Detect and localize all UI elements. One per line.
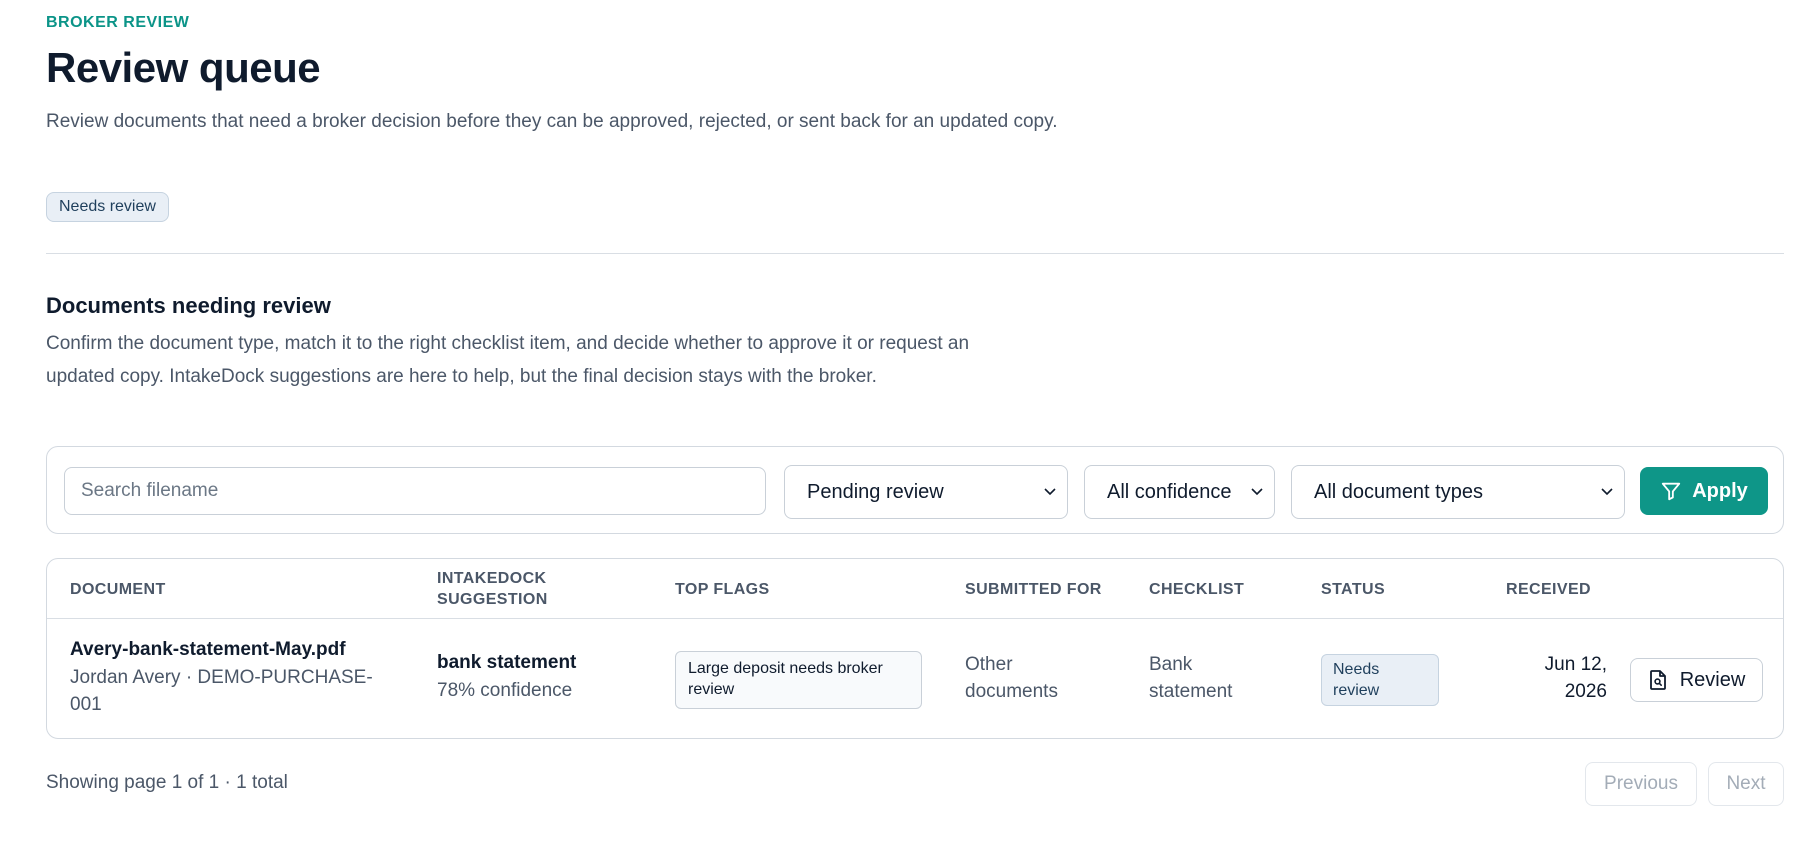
- chevron-down-icon: [1251, 488, 1263, 496]
- status-badge: Needs review: [1321, 654, 1439, 706]
- suggestion-confidence: 78% confidence: [437, 680, 573, 701]
- page-description: Review documents that need a broker deci…: [46, 111, 1058, 132]
- column-header-document: DOCUMENT: [70, 581, 166, 598]
- column-header-status: STATUS: [1321, 581, 1386, 598]
- received-date: Jun 12, 2026: [1544, 654, 1607, 702]
- document-type-select[interactable]: All document types: [1291, 465, 1625, 519]
- next-page-button[interactable]: Next: [1708, 762, 1784, 806]
- pagination-summary: Showing page 1 of 1 · 1 total: [46, 772, 288, 793]
- document-type-select-value: All document types: [1314, 481, 1483, 503]
- review-button-label: Review: [1679, 668, 1746, 691]
- confidence-select[interactable]: All confidence: [1084, 465, 1275, 519]
- suggestion-type: bank statement: [437, 652, 577, 673]
- column-header-flags: TOP FLAGS: [675, 581, 770, 598]
- document-filename: Avery-bank-statement-May.pdf: [70, 639, 346, 660]
- section-title: Documents needing review: [46, 293, 331, 318]
- status-select[interactable]: Pending review: [784, 465, 1068, 519]
- column-header-checklist: CHECKLIST: [1149, 581, 1245, 598]
- document-client: Jordan Avery · DEMO-PURCHASE-001: [70, 667, 373, 715]
- filter-bar: Pending review All confidence All docume…: [46, 446, 1784, 534]
- column-header-received: RECEIVED: [1506, 581, 1591, 598]
- apply-button[interactable]: Apply: [1640, 467, 1768, 515]
- column-header-suggestion: INTAKEDOCK SUGGESTION: [437, 570, 548, 608]
- confidence-select-value: All confidence: [1107, 481, 1232, 503]
- chevron-down-icon: [1601, 488, 1613, 496]
- chevron-down-icon: [1044, 488, 1056, 496]
- apply-button-label: Apply: [1692, 479, 1748, 502]
- search-input[interactable]: [64, 467, 766, 515]
- previous-page-button[interactable]: Previous: [1585, 762, 1697, 806]
- document-search-icon: [1649, 670, 1666, 690]
- flag-chip: Large deposit needs broker review: [675, 651, 922, 709]
- checklist-item: Bank statement: [1149, 654, 1233, 702]
- filter-icon: [1662, 482, 1681, 501]
- section-divider: [46, 253, 1784, 254]
- page-title: Review queue: [46, 44, 321, 91]
- review-button[interactable]: Review: [1630, 658, 1763, 702]
- column-header-submitted-for: SUBMITTED FOR: [965, 581, 1102, 598]
- needs-review-badge: Needs review: [46, 192, 169, 222]
- table-header: DOCUMENT INTAKEDOCK SUGGESTION TOP FLAGS…: [47, 559, 1783, 619]
- documents-table: DOCUMENT INTAKEDOCK SUGGESTION TOP FLAGS…: [46, 558, 1784, 739]
- page-eyebrow: BROKER REVIEW: [46, 14, 190, 31]
- submitted-for: Other documents: [965, 654, 1058, 702]
- status-select-value: Pending review: [807, 481, 944, 503]
- section-description: Confirm the document type, match it to t…: [46, 333, 970, 387]
